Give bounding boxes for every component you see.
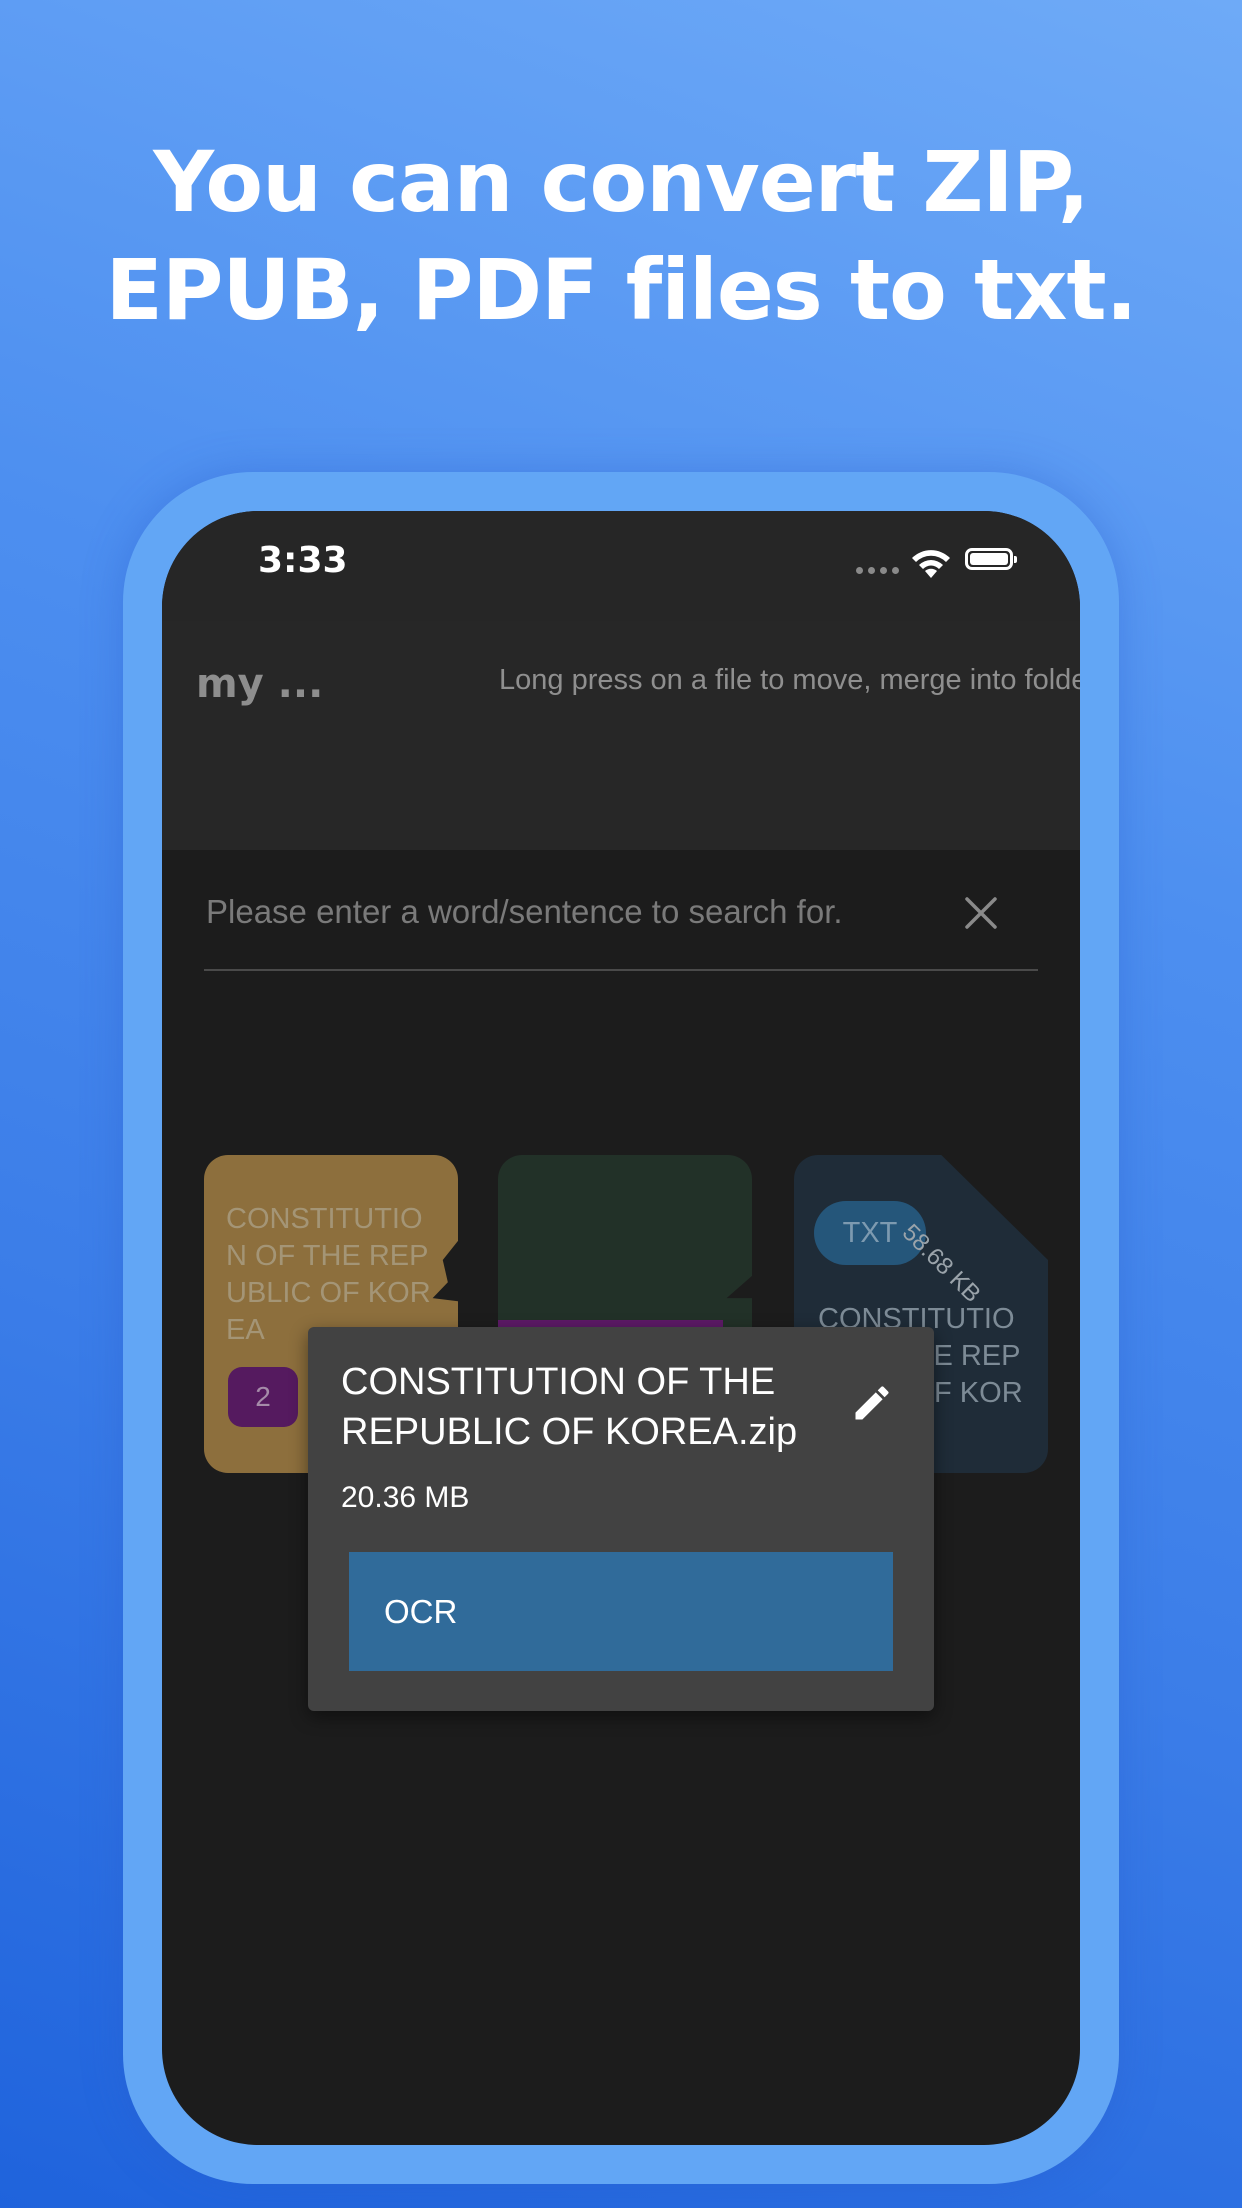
close-icon[interactable]: [964, 896, 998, 930]
battery-icon: [965, 548, 1017, 570]
signal-icon: [856, 567, 900, 577]
file-menu-popup: CONSTITUTION OF THE REPUBLIC OF KOREA.zi…: [308, 1327, 934, 1711]
search-input[interactable]: [204, 886, 948, 938]
popup-file-name: CONSTITUTION OF THE REPUBLIC OF KOREA.zi…: [341, 1361, 798, 1453]
status-bar: 3:33: [162, 511, 1080, 621]
search-underline: [204, 969, 1038, 971]
file-size-label: 58.68 KB: [896, 1219, 986, 1308]
headline: You can convert ZIP, EPUB, PDF files to …: [0, 128, 1242, 344]
wifi-icon: [912, 550, 950, 578]
headline-line-1: You can convert ZIP,: [153, 133, 1089, 231]
count-badge: 2: [228, 1367, 298, 1427]
app-title[interactable]: my ...: [196, 661, 323, 707]
app-bar: my ... Long press on a file to move, mer…: [162, 621, 1080, 850]
hint-marquee: Long press on a file to move, merge into…: [499, 664, 1080, 696]
headline-line-2: EPUB, PDF files to txt.: [105, 241, 1137, 339]
ocr-button[interactable]: OCR: [349, 1552, 893, 1671]
popup-file-size: 20.36 MB: [341, 1481, 470, 1514]
phone-screen: 3:33 my ... Long press on a file to move…: [162, 511, 1080, 2145]
pencil-icon[interactable]: [850, 1381, 894, 1425]
status-time: 3:33: [258, 540, 348, 581]
